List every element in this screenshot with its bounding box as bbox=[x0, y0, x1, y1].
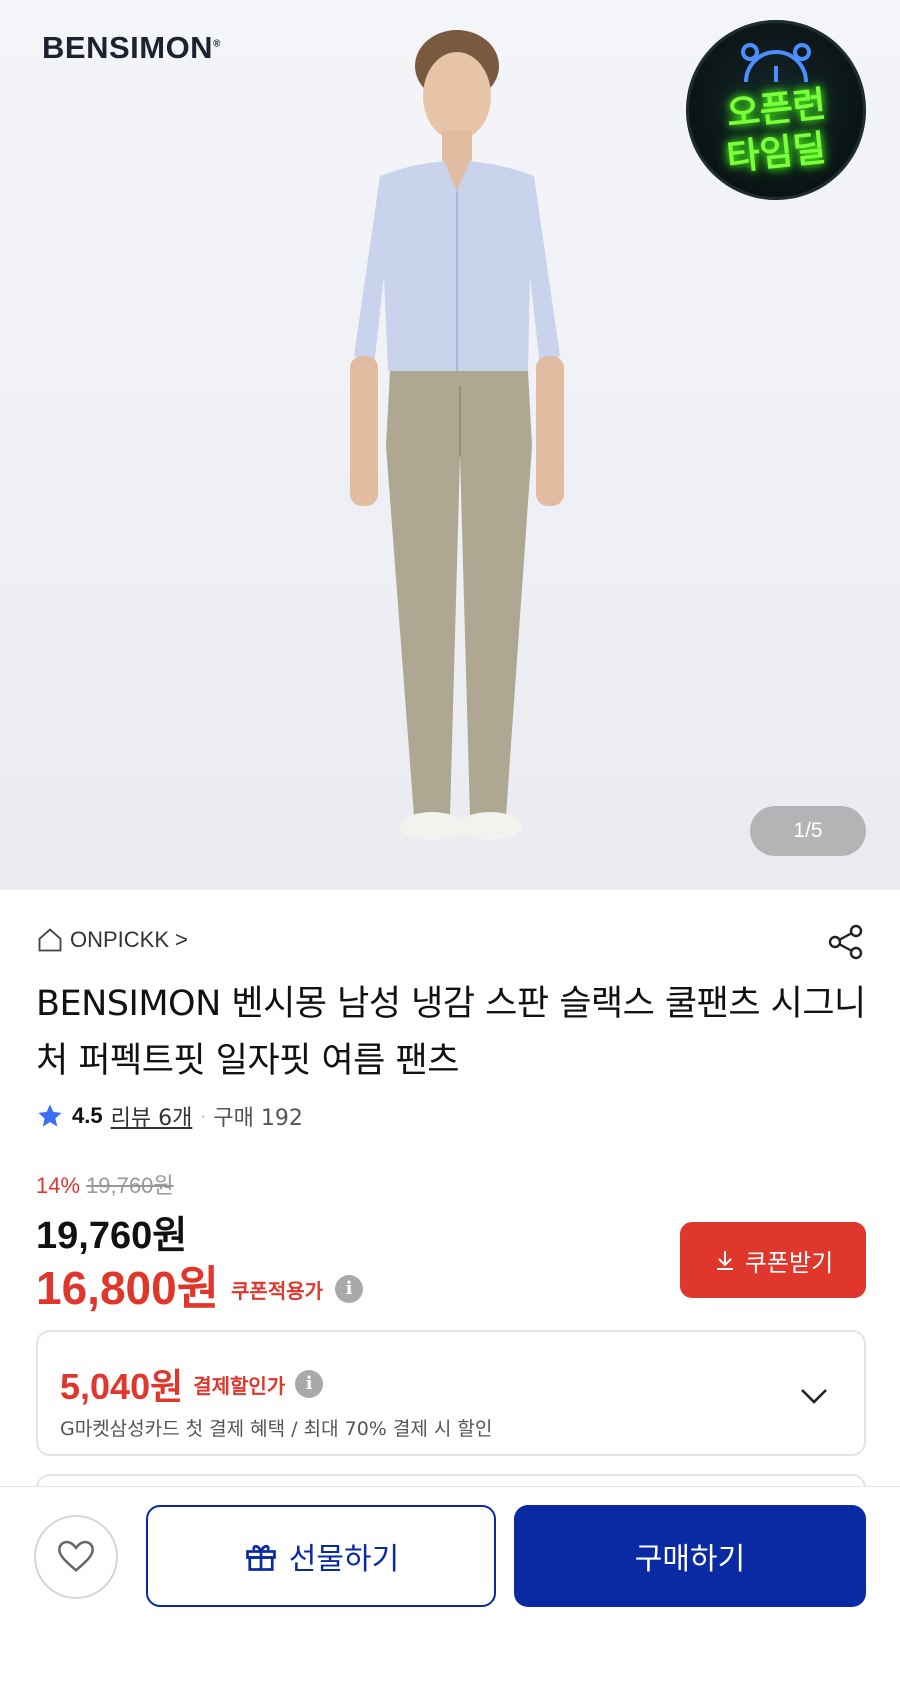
rating-row: 4.5 리뷰 6개 · 구매 192 bbox=[36, 1100, 303, 1132]
bottom-action-bar: 선물하기 구매하기 bbox=[0, 1486, 900, 1697]
get-coupon-label: 쿠폰받기 bbox=[744, 1249, 834, 1277]
payment-discount-row: 5,040원 결제할인가 i bbox=[60, 1358, 324, 1410]
model-photo bbox=[350, 30, 564, 840]
get-coupon-button[interactable]: 쿠폰받기 bbox=[680, 1222, 866, 1298]
review-link[interactable]: 리뷰 6개 bbox=[111, 1100, 193, 1132]
payment-discount-label: 결제할인가 bbox=[193, 1373, 286, 1398]
info-icon[interactable]: i bbox=[335, 1275, 364, 1303]
home-icon bbox=[38, 928, 62, 952]
star-icon bbox=[38, 1104, 62, 1127]
separator-dot: · bbox=[200, 1106, 206, 1126]
shop-link[interactable]: ONPICKK > bbox=[36, 926, 188, 954]
wishlist-button[interactable] bbox=[34, 1515, 118, 1599]
coupon-price-row: 16,800원 쿠폰적용가 i bbox=[36, 1252, 364, 1318]
purchase-count: 구매 192 bbox=[213, 1106, 303, 1131]
share-icon[interactable] bbox=[826, 922, 866, 962]
info-icon[interactable]: i bbox=[295, 1370, 324, 1398]
sale-price: 19,760원 bbox=[36, 1215, 188, 1257]
discount-rate: 14% bbox=[36, 1173, 81, 1198]
buy-button[interactable]: 구매하기 bbox=[514, 1505, 866, 1607]
payment-discount-amount: 5,040원 bbox=[60, 1366, 184, 1407]
gift-label: 선물하기 bbox=[288, 1543, 400, 1576]
heart-icon bbox=[58, 1540, 94, 1572]
timedeal-badge: 오픈런 타임딜 bbox=[686, 20, 866, 200]
shop-name: ONPICKK bbox=[70, 927, 170, 952]
chevron-down-icon[interactable] bbox=[796, 1378, 832, 1414]
chevron-right-icon: > bbox=[175, 927, 188, 952]
product-image-carousel[interactable]: BENSIMON® 오픈런 타임딜 1/5 bbox=[0, 0, 900, 890]
gift-button[interactable]: 선물하기 bbox=[146, 1505, 496, 1607]
discount-row: 14% 19,760원 bbox=[36, 1168, 174, 1200]
brand-logo: BENSIMON® bbox=[42, 30, 221, 65]
coupon-price-label: 쿠폰적용가 bbox=[231, 1278, 324, 1303]
original-price: 19,760원 bbox=[86, 1173, 174, 1198]
payment-discount-card[interactable]: 5,040원 결제할인가 i G마켓삼성카드 첫 결제 혜택 / 최대 70% … bbox=[36, 1330, 866, 1456]
rating-score: 4.5 bbox=[72, 1103, 103, 1128]
image-counter: 1/5 bbox=[750, 806, 866, 856]
payment-discount-description: G마켓삼성카드 첫 결제 혜택 / 최대 70% 결제 시 할인 bbox=[60, 1418, 493, 1440]
coupon-price: 16,800원 bbox=[36, 1262, 220, 1314]
gift-icon bbox=[245, 1544, 276, 1571]
download-icon bbox=[716, 1251, 733, 1270]
product-title: BENSIMON 벤시몽 남성 냉감 스판 슬랙스 쿨팬츠 시그니처 퍼펙트핏 … bbox=[36, 984, 866, 1081]
